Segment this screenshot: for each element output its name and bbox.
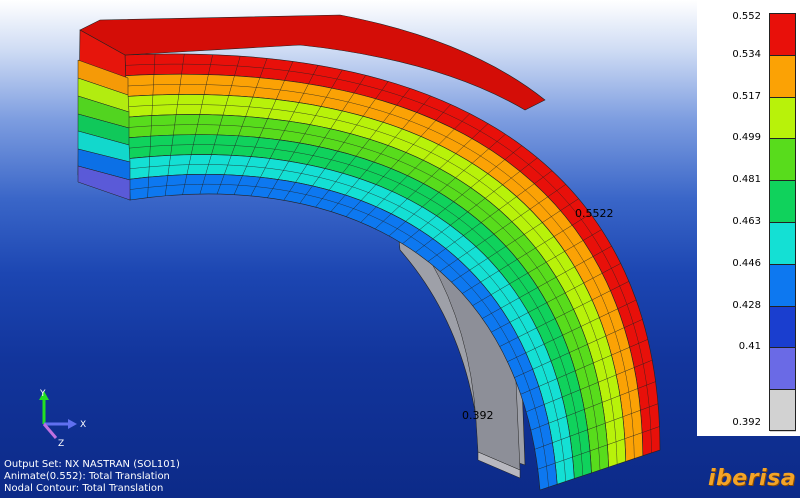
model-contour-bands	[124, 53, 661, 491]
legend-value: 0.517	[732, 90, 761, 102]
legend-value: 0.41	[738, 341, 761, 353]
legend-value: 0.552	[732, 11, 761, 22]
legend-swatch	[770, 347, 796, 391]
triad-x-label: X	[80, 420, 86, 430]
coordinate-triad: Y X Z	[39, 389, 86, 448]
min-value-marker: 0.392	[462, 409, 494, 422]
output-set-line: Output Set: NX NASTRAN (SOL101)	[4, 459, 180, 470]
z-axis-arrow	[42, 423, 58, 439]
graphics-viewport[interactable]: 0.552 0.534 0.517 0.499 0.481 0.463 0.446 0.428…	[0, 0, 800, 498]
legend-value: 0.446	[732, 257, 761, 269]
legend-swatch	[770, 222, 796, 265]
model-end-face	[77, 29, 131, 201]
legend-swatch	[770, 13, 796, 56]
fea-model[interactable]	[0, 0, 800, 498]
legend-swatch	[770, 54, 796, 98]
legend-swatch	[770, 96, 796, 140]
legend-swatch	[770, 389, 796, 432]
legend-swatch	[770, 263, 796, 307]
triad-z-label: Z	[58, 439, 64, 448]
legend-value: 0.481	[732, 174, 761, 186]
legend-swatch	[770, 138, 796, 182]
legend-value: 0.428	[732, 299, 761, 311]
legend-value: 0.534	[732, 48, 761, 60]
nodal-contour-line: Nodal Contour: Total Translation	[4, 483, 164, 494]
output-info: Output Set: NX NASTRAN (SOL101) Animate(…	[4, 459, 180, 495]
max-value-marker: 0.5522	[575, 207, 614, 220]
legend-value: 0.463	[732, 216, 761, 227]
legend-value: 0.392	[732, 417, 761, 428]
x-arrow-head	[68, 419, 77, 429]
triad-y-label: Y	[39, 389, 46, 399]
legend-value: 0.499	[732, 132, 761, 144]
iberisa-logo: iberisa	[708, 466, 797, 491]
legend-swatch	[770, 305, 796, 349]
animate-line: Animate(0.552): Total Translation	[4, 471, 170, 482]
legend-swatch	[770, 180, 796, 223]
